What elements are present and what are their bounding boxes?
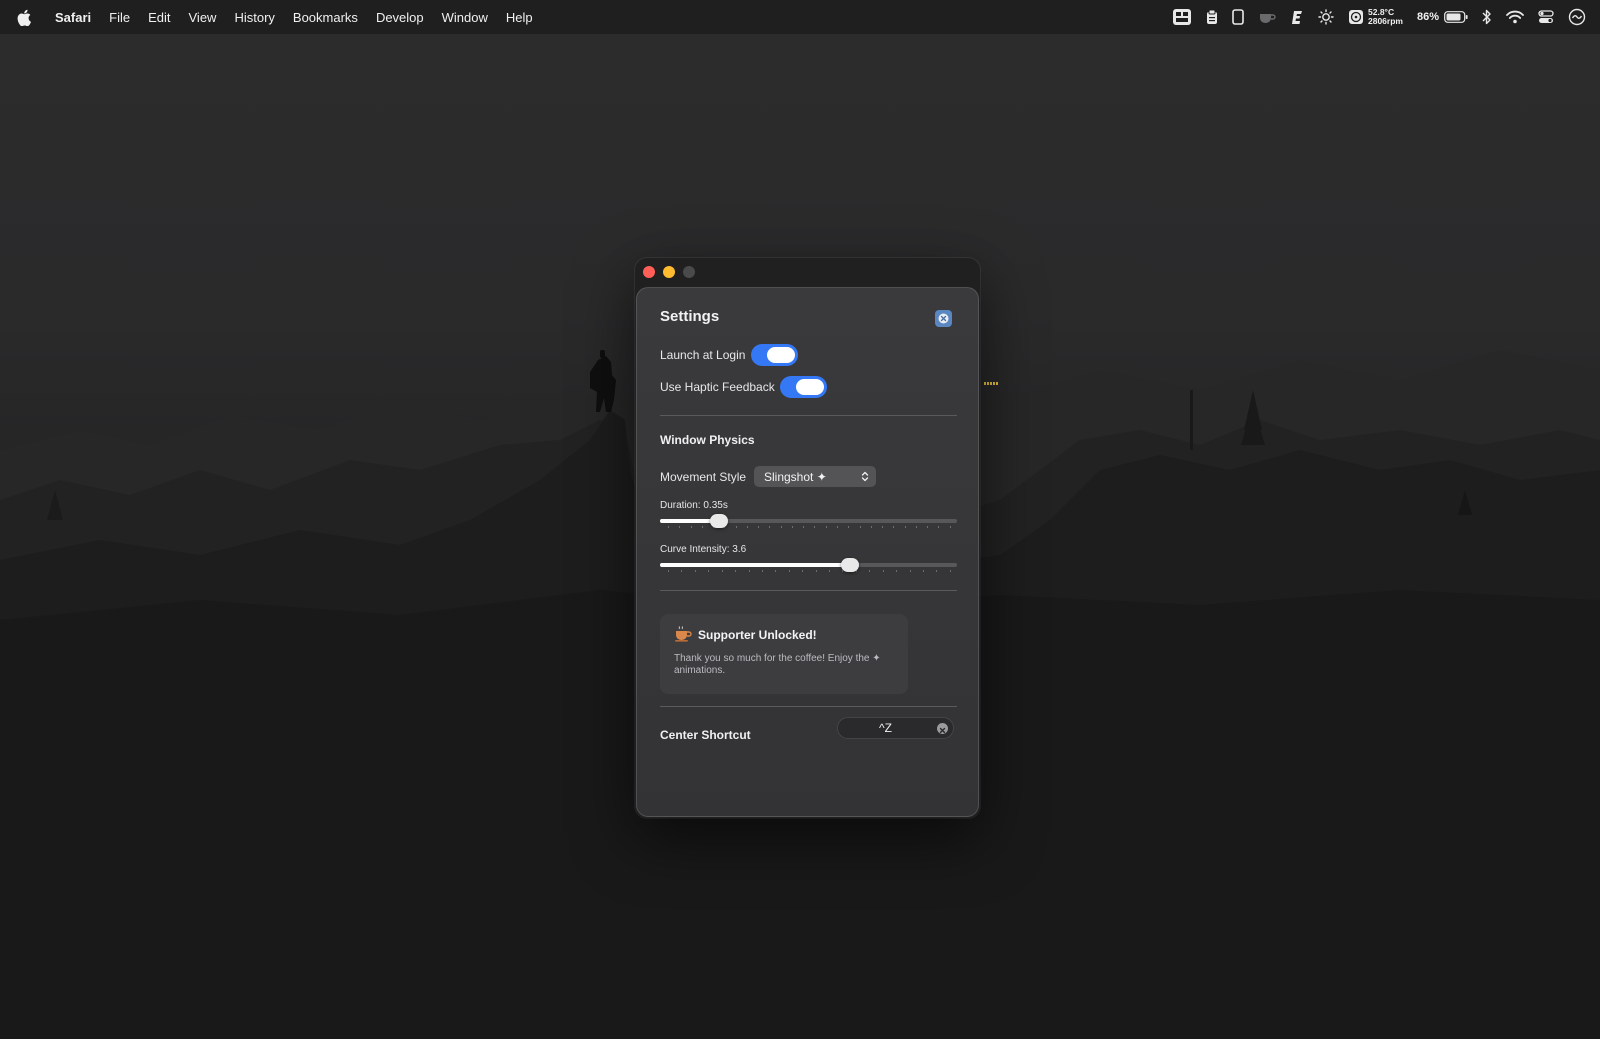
menu-develop[interactable]: Develop xyxy=(367,10,433,25)
clear-icon xyxy=(939,727,946,734)
shortcut-keys: ^Z xyxy=(879,721,892,735)
fan-speed-readout: 2806rpm xyxy=(1368,16,1403,26)
clear-shortcut-button[interactable] xyxy=(937,723,948,734)
movement-style-select[interactable]: Slingshot ✦ xyxy=(754,466,876,487)
curve-intensity-slider[interactable] xyxy=(660,563,957,567)
menu-app-name[interactable]: Safari xyxy=(46,10,100,25)
duration-slider-thumb[interactable] xyxy=(710,514,728,528)
supporter-message: Thank you so much for the coffee! Enjoy … xyxy=(674,653,881,676)
window-minimize-button[interactable] xyxy=(663,266,675,278)
curve-intensity-slider-thumb[interactable] xyxy=(841,558,859,572)
drag-indicator xyxy=(984,382,999,385)
menu-edit[interactable]: Edit xyxy=(139,10,179,25)
coffee-icon xyxy=(675,626,692,642)
phone-icon[interactable] xyxy=(1232,0,1244,34)
pen-icon[interactable] xyxy=(1290,0,1304,34)
curve-intensity-label: Curve Intensity: 3.6 xyxy=(660,544,747,555)
toggle-knob xyxy=(767,347,795,363)
settings-window: Settings Launch at Login Use Haptic Feed… xyxy=(635,258,980,818)
siri-icon[interactable] xyxy=(1568,0,1586,34)
duration-label: Duration: 0.35s xyxy=(660,500,728,511)
panel-close-button[interactable] xyxy=(935,310,952,327)
apple-icon[interactable] xyxy=(16,8,32,26)
toggle-knob xyxy=(796,379,824,395)
duration-ticks xyxy=(668,526,951,529)
launch-at-login-label: Launch at Login xyxy=(660,348,746,362)
chevron-updown-icon xyxy=(861,471,869,482)
center-shortcut-recorder[interactable]: ^Z xyxy=(837,717,954,739)
menu-window[interactable]: Window xyxy=(433,10,497,25)
battery-icon xyxy=(1444,11,1468,23)
menu-help[interactable]: Help xyxy=(497,10,542,25)
fan-status[interactable]: 52.8°C 2806rpm xyxy=(1348,0,1403,34)
battery-status[interactable]: 86% xyxy=(1417,0,1468,34)
menu-file[interactable]: File xyxy=(100,10,139,25)
window-titlebar[interactable] xyxy=(635,258,980,286)
window-close-button[interactable] xyxy=(643,266,655,278)
window-zoom-button[interactable] xyxy=(683,266,695,278)
launch-at-login-toggle[interactable] xyxy=(751,344,798,366)
panel-title: Settings xyxy=(660,308,720,325)
menu-view[interactable]: View xyxy=(180,10,226,25)
wifi-icon[interactable] xyxy=(1506,0,1524,34)
haptic-feedback-label: Use Haptic Feedback xyxy=(660,380,775,394)
bluetooth-icon[interactable] xyxy=(1482,0,1492,34)
status-bar: 52.8°C 2806rpm 86% xyxy=(1158,0,1586,34)
menu-history[interactable]: History xyxy=(225,10,283,25)
section-divider xyxy=(660,590,957,591)
curve-intensity-fill xyxy=(660,563,850,567)
coffee-cup-icon[interactable] xyxy=(1258,0,1276,34)
duration-slider[interactable] xyxy=(660,519,957,523)
clipboard-icon[interactable] xyxy=(1206,0,1218,34)
section-divider xyxy=(660,415,957,416)
menu-bookmarks[interactable]: Bookmarks xyxy=(284,10,367,25)
window-physics-title: Window Physics xyxy=(660,433,755,447)
supporter-title: Supporter Unlocked! xyxy=(698,628,817,642)
supporter-card: Supporter Unlocked! Thank you so much fo… xyxy=(660,614,908,694)
battery-percent: 86% xyxy=(1416,11,1439,23)
center-shortcut-label: Center Shortcut xyxy=(660,728,751,742)
menu-bar: Safari File Edit View History Bookmarks … xyxy=(0,0,1600,34)
section-divider xyxy=(660,706,957,707)
close-icon xyxy=(938,313,949,324)
fan-icon xyxy=(1349,10,1363,24)
window-switcher-icon[interactable] xyxy=(1172,0,1192,34)
curve-intensity-ticks xyxy=(668,570,951,573)
movement-style-value: Slingshot ✦ xyxy=(764,469,827,484)
movement-style-label: Movement Style xyxy=(660,470,747,484)
settings-panel: Settings Launch at Login Use Haptic Feed… xyxy=(636,287,979,817)
control-center-icon[interactable] xyxy=(1538,0,1554,34)
haptic-feedback-toggle[interactable] xyxy=(780,376,827,398)
brightness-icon[interactable] xyxy=(1318,0,1334,34)
